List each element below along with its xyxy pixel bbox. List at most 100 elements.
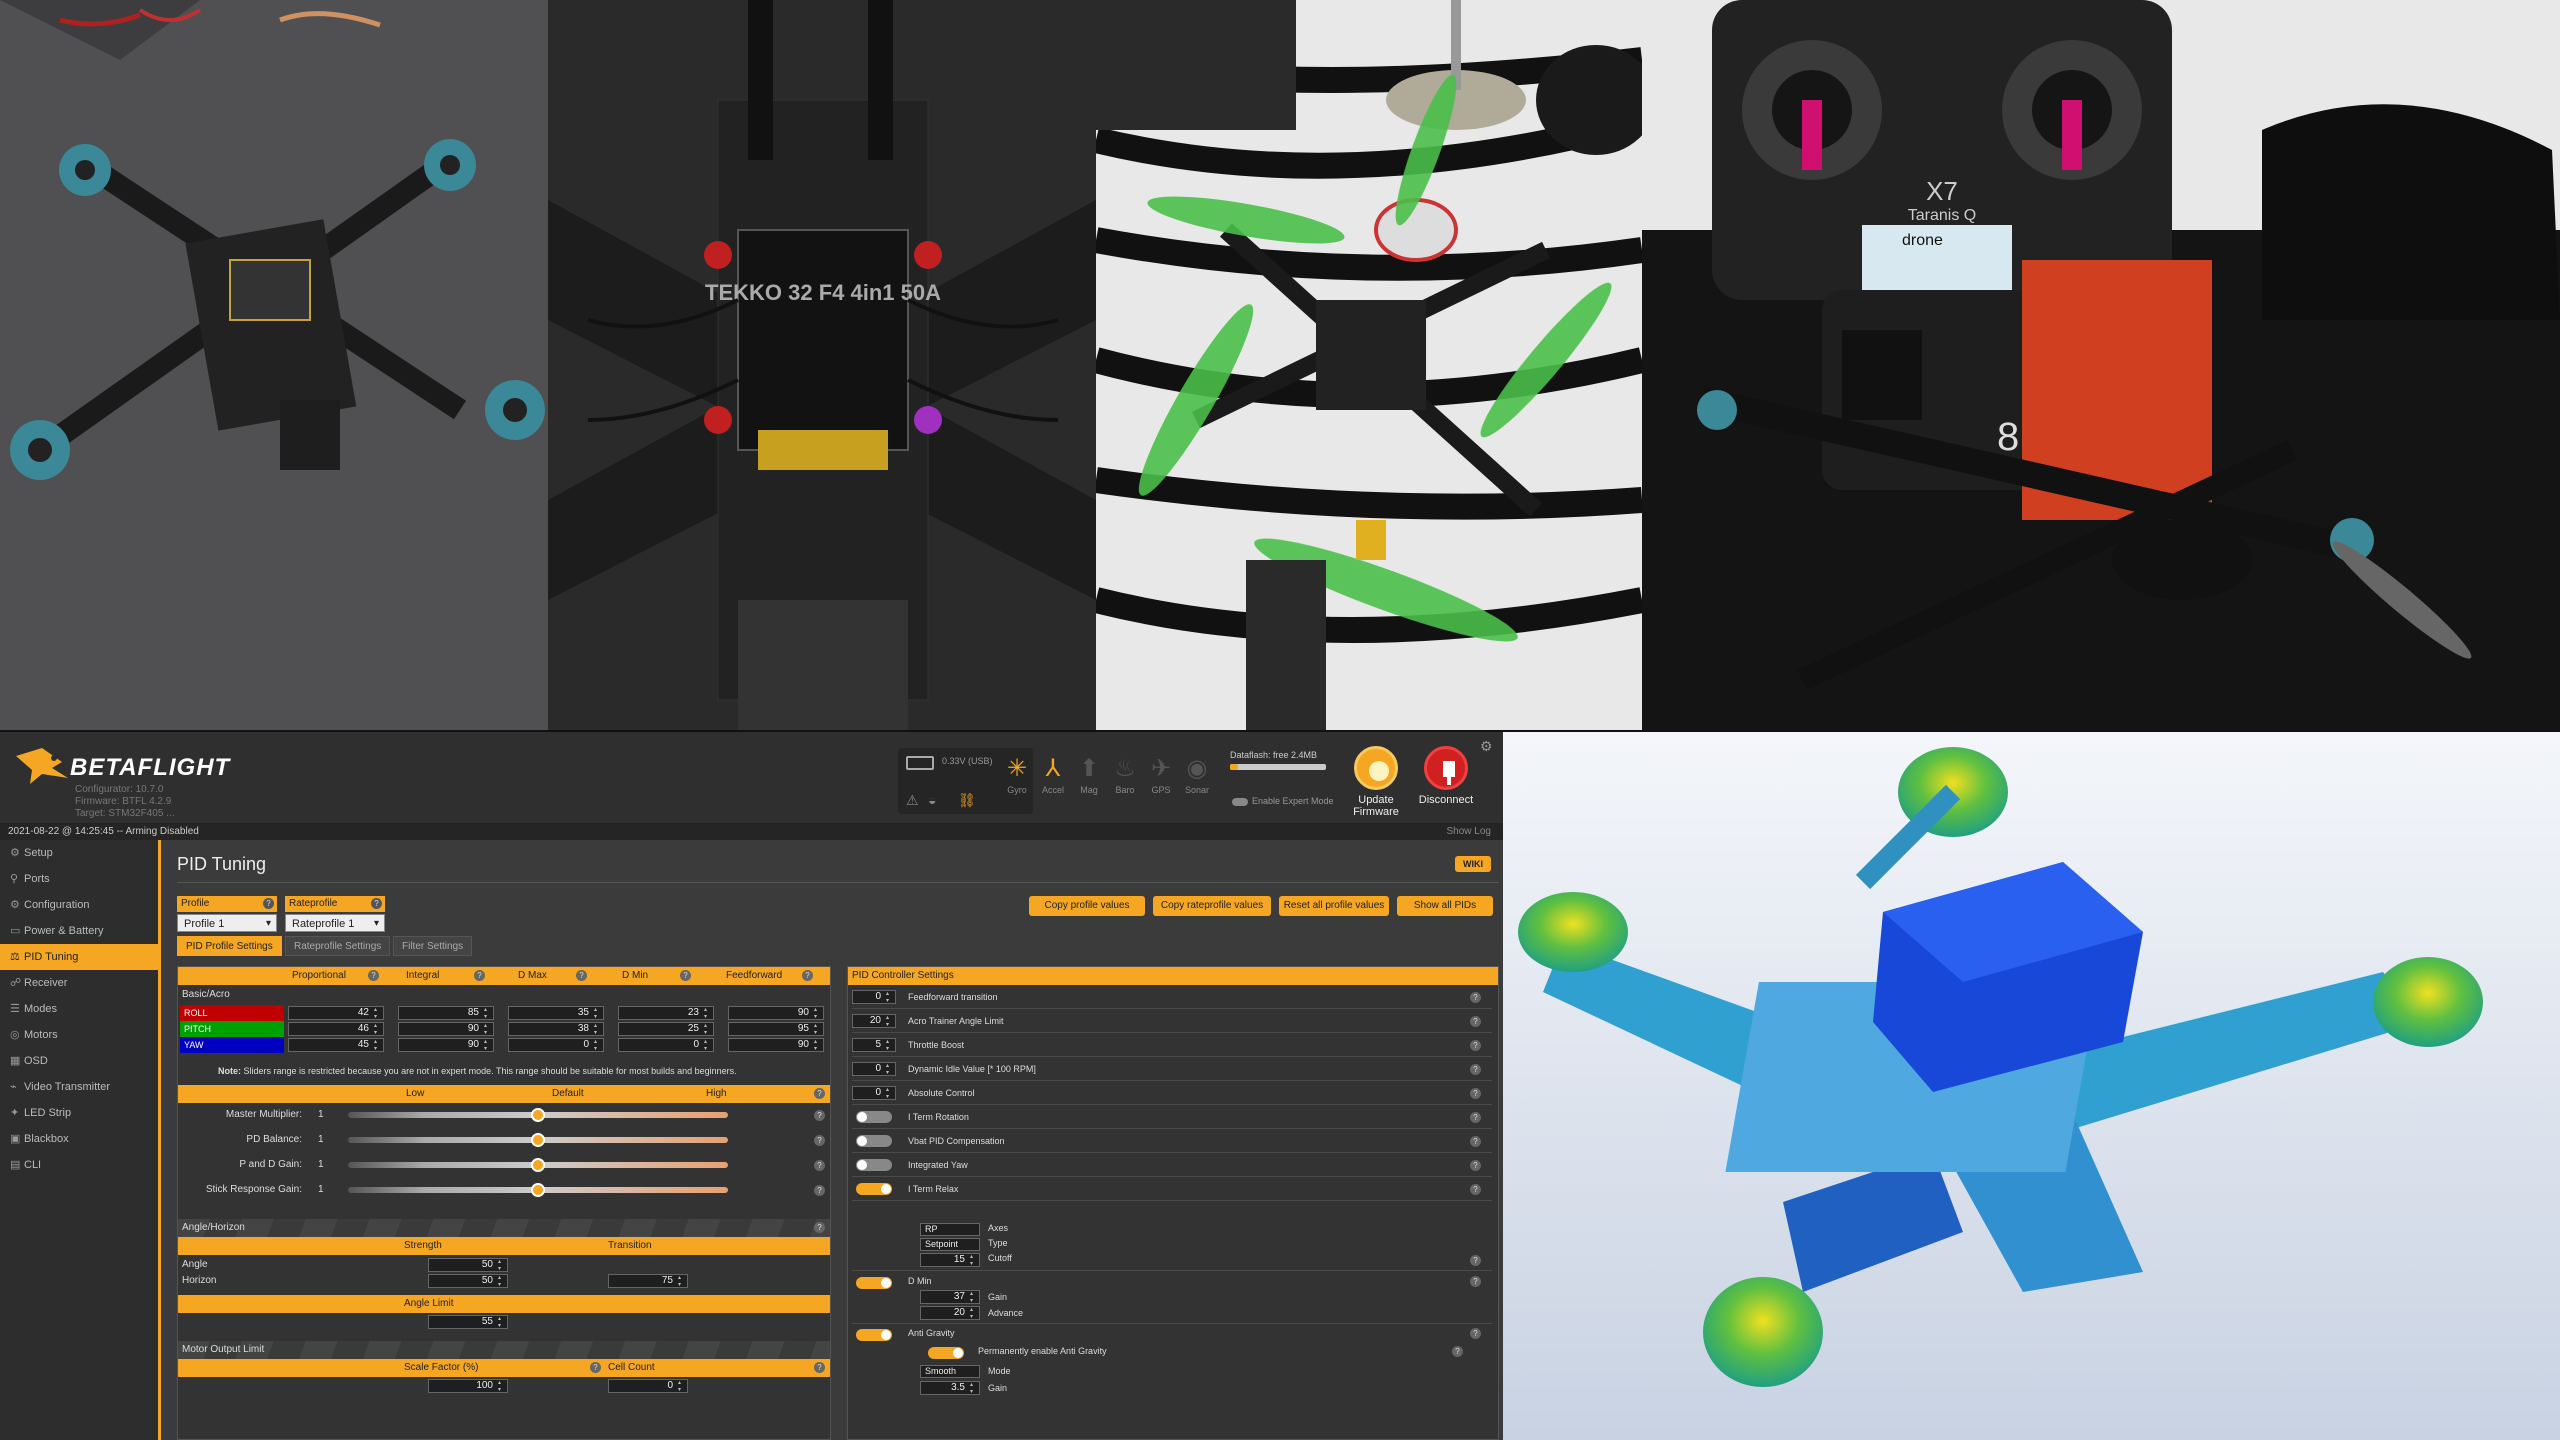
sidebar-item-osd[interactable]: ▦ OSD xyxy=(0,1048,158,1074)
sidebar-item-configuration[interactable]: ⚙ Configuration xyxy=(0,892,158,918)
help-icon[interactable]: ? xyxy=(590,1362,601,1373)
slider-handle[interactable] xyxy=(531,1133,545,1147)
throttle-boost-input[interactable]: 5 xyxy=(852,1038,896,1052)
sidebar-item-power-battery[interactable]: ▭ Power & Battery xyxy=(0,918,158,944)
pid-roll-integral-input[interactable]: 85 xyxy=(398,1006,494,1020)
tab-rateprofile[interactable]: Rateprofile Settings xyxy=(285,936,391,956)
pid-pitch-proportional-input[interactable]: 46 xyxy=(288,1022,384,1036)
dmin-advance-input[interactable]: 20 xyxy=(920,1306,980,1320)
vbat-pid-compensation-toggle[interactable] xyxy=(856,1135,892,1147)
expert-mode-toggle[interactable]: Enable Expert Mode xyxy=(1232,796,1334,806)
sidebar-item-receiver[interactable]: ☍ Receiver xyxy=(0,970,158,996)
help-icon[interactable]: ? xyxy=(814,1362,825,1373)
sidebar-item-motors[interactable]: ◎ Motors xyxy=(0,1022,158,1048)
anti-gravity-mode-select[interactable]: Smooth xyxy=(920,1365,980,1378)
tab-filter[interactable]: Filter Settings xyxy=(393,936,473,956)
show-all-pids-button[interactable]: Show all PIDs xyxy=(1397,896,1493,916)
dmin-toggle[interactable] xyxy=(856,1277,892,1289)
copy-rateprofile-button[interactable]: Copy rateprofile values xyxy=(1153,896,1271,916)
help-icon[interactable]: ? xyxy=(1470,1016,1481,1027)
help-icon[interactable]: ? xyxy=(1470,1328,1481,1339)
pid-yaw-proportional-input[interactable]: 45 xyxy=(288,1038,384,1052)
help-icon[interactable]: ? xyxy=(1470,1064,1481,1075)
help-icon[interactable]: ? xyxy=(814,1185,825,1196)
absolute-control-input[interactable]: 0 xyxy=(852,1086,896,1100)
sidebar-item-video-transmitter[interactable]: ⌁ Video Transmitter xyxy=(0,1074,158,1100)
pid-yaw-d-max-input[interactable]: 0 xyxy=(508,1038,604,1052)
help-icon[interactable]: ? xyxy=(263,898,274,909)
help-icon[interactable]: ? xyxy=(368,970,379,981)
feedforward-transition-input[interactable]: 0 xyxy=(852,990,896,1004)
disconnect-button[interactable] xyxy=(1424,746,1468,790)
help-icon[interactable]: ? xyxy=(814,1088,825,1099)
dmin-gain-input[interactable]: 37 xyxy=(920,1290,980,1304)
help-icon[interactable]: ? xyxy=(1470,1088,1481,1099)
sidebar-item-blackbox[interactable]: ▣ Blackbox xyxy=(0,1126,158,1152)
anti-gravity-gain-input[interactable]: 3.5 xyxy=(920,1381,980,1395)
help-icon[interactable]: ? xyxy=(1470,992,1481,1003)
help-icon[interactable]: ? xyxy=(371,898,382,909)
pid-yaw-integral-input[interactable]: 90 xyxy=(398,1038,494,1052)
anti-gravity-toggle[interactable] xyxy=(856,1329,892,1341)
pid-pitch-feedforward-input[interactable]: 95 xyxy=(728,1022,824,1036)
angle-strength-input[interactable]: 50 xyxy=(428,1258,508,1272)
iterm-relax-cutoff-input[interactable]: 15 xyxy=(920,1253,980,1267)
sidebar-item-pid-tuning[interactable]: ⚖ PID Tuning xyxy=(0,944,158,970)
sidebar-item-modes[interactable]: ☰ Modes xyxy=(0,996,158,1022)
show-log-link[interactable]: Show Log xyxy=(1447,824,1491,840)
pid-yaw-feedforward-input[interactable]: 90 xyxy=(728,1038,824,1052)
integrated-yaw-toggle[interactable] xyxy=(856,1159,892,1171)
tab-pid-profile[interactable]: PID Profile Settings xyxy=(177,936,282,956)
i-term-relax-toggle[interactable] xyxy=(856,1183,892,1195)
profile-select[interactable]: Profile 1 xyxy=(177,914,277,933)
dynamic-idle-value-100-rpm-input[interactable]: 0 xyxy=(852,1062,896,1076)
angle-limit-input[interactable]: 55 xyxy=(428,1315,508,1329)
help-icon[interactable]: ? xyxy=(814,1160,825,1171)
acro-trainer-angle-limit-input[interactable]: 20 xyxy=(852,1014,896,1028)
sidebar-item-cli[interactable]: ▤ CLI xyxy=(0,1152,158,1178)
help-icon[interactable]: ? xyxy=(1470,1255,1481,1266)
permanent-anti-gravity-toggle[interactable] xyxy=(928,1347,964,1359)
iterm-relax-axes-select[interactable]: RP xyxy=(920,1223,980,1236)
iterm-relax-type-select[interactable]: Setpoint xyxy=(920,1238,980,1251)
help-icon[interactable]: ? xyxy=(576,970,587,981)
i-term-rotation-toggle[interactable] xyxy=(856,1111,892,1123)
slider-handle[interactable] xyxy=(531,1183,545,1197)
sidebar-item-ports[interactable]: ⚲ Ports xyxy=(0,866,158,892)
help-icon[interactable]: ? xyxy=(814,1135,825,1146)
help-icon[interactable]: ? xyxy=(1470,1112,1481,1123)
sidebar-item-led-strip[interactable]: ✦ LED Strip xyxy=(0,1100,158,1126)
copy-profile-button[interactable]: Copy profile values xyxy=(1029,896,1145,916)
horizon-strength-input[interactable]: 50 xyxy=(428,1274,508,1288)
help-icon[interactable]: ? xyxy=(1470,1160,1481,1171)
help-icon[interactable]: ? xyxy=(1470,1136,1481,1147)
help-icon[interactable]: ? xyxy=(680,970,691,981)
pid-yaw-d-min-input[interactable]: 0 xyxy=(618,1038,714,1052)
help-icon[interactable]: ? xyxy=(1470,1276,1481,1287)
help-icon[interactable]: ? xyxy=(1470,1040,1481,1051)
reset-profile-button[interactable]: Reset all profile values xyxy=(1279,896,1389,916)
help-icon[interactable]: ? xyxy=(1452,1346,1463,1357)
wiki-button[interactable]: WIKI xyxy=(1455,856,1491,872)
help-icon[interactable]: ? xyxy=(1470,1184,1481,1195)
help-icon[interactable]: ? xyxy=(814,1110,825,1121)
pid-pitch-d-max-input[interactable]: 38 xyxy=(508,1022,604,1036)
cell-count-input[interactable]: 0 xyxy=(608,1379,688,1393)
update-firmware-button[interactable] xyxy=(1354,746,1398,790)
pid-pitch-integral-input[interactable]: 90 xyxy=(398,1022,494,1036)
sidebar-item-setup[interactable]: ⚙ Setup xyxy=(0,840,158,866)
horizon-transition-input[interactable]: 75 xyxy=(608,1274,688,1288)
slider-handle[interactable] xyxy=(531,1108,545,1122)
slider-handle[interactable] xyxy=(531,1158,545,1172)
pid-roll-feedforward-input[interactable]: 90 xyxy=(728,1006,824,1020)
pid-roll-d-max-input[interactable]: 35 xyxy=(508,1006,604,1020)
pid-pitch-d-min-input[interactable]: 25 xyxy=(618,1022,714,1036)
pid-roll-proportional-input[interactable]: 42 xyxy=(288,1006,384,1020)
help-icon[interactable]: ? xyxy=(814,1222,825,1233)
pid-roll-d-min-input[interactable]: 23 xyxy=(618,1006,714,1020)
help-icon[interactable]: ? xyxy=(802,970,813,981)
scale-factor-input[interactable]: 100 xyxy=(428,1379,508,1393)
rateprofile-select[interactable]: Rateprofile 1 xyxy=(285,914,385,933)
help-icon[interactable]: ? xyxy=(474,970,485,981)
settings-gear-icon[interactable]: ⚙ xyxy=(1480,738,1493,755)
